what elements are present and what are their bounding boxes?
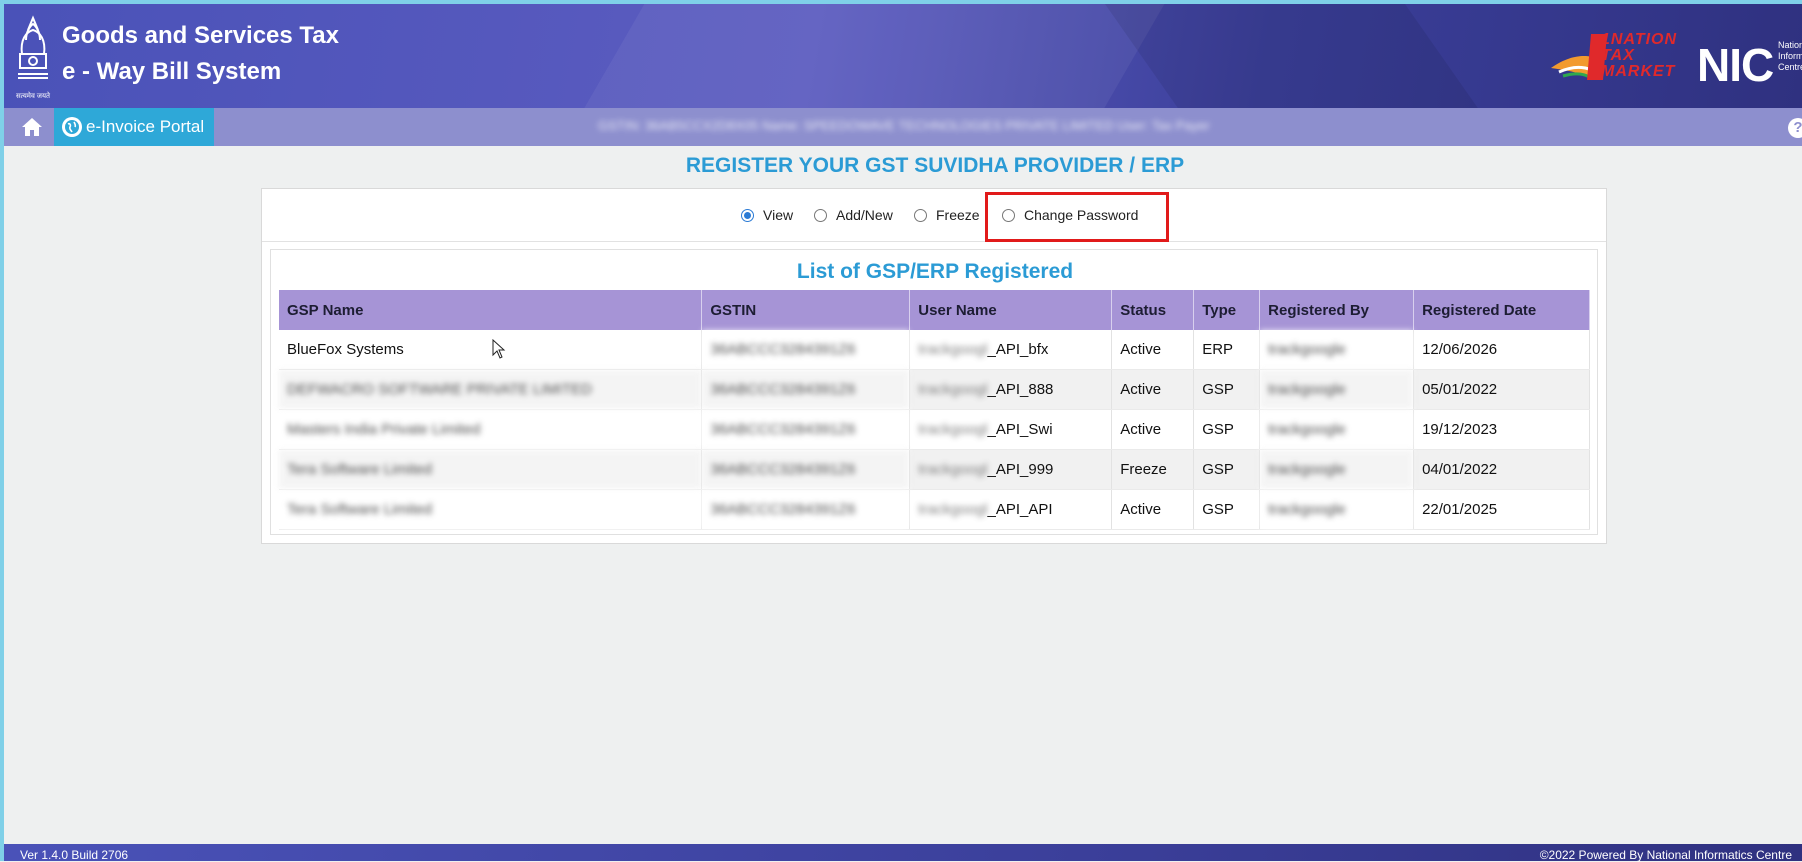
e-invoice-portal-tab[interactable]: e-Invoice Portal xyxy=(54,108,214,146)
register-panel: View Add/New Freeze Change Password List… xyxy=(261,188,1607,544)
column-header-gsp-name: GSP Name xyxy=(279,290,703,330)
radio-button-icon[interactable] xyxy=(741,208,754,222)
mouse-cursor-icon xyxy=(492,339,506,359)
column-header-registered-date: Registered Date xyxy=(1413,290,1590,330)
nic-logo-subtitle: National Informatics Centre xyxy=(1778,40,1802,72)
table-row[interactable]: Tera Software Limited 36ABCCC3284391Z6 t… xyxy=(279,489,1590,530)
cell-registered-by: trackgoogle xyxy=(1259,449,1415,490)
help-icon[interactable]: ? xyxy=(1788,118,1802,138)
cell-type: GSP xyxy=(1193,369,1261,410)
column-header-gstin: GSTIN xyxy=(701,290,911,330)
e-invoice-portal-label: e-Invoice Portal xyxy=(86,117,205,136)
cell-registered-date: 19/12/2023 xyxy=(1413,409,1590,450)
cell-status: Active xyxy=(1111,409,1195,450)
logged-in-user-info: GSTIN: 36AB5CCX2D8X05 Name: SPEEDOWAVE T… xyxy=(598,118,1210,133)
cell-gsp-name: Tera Software Limited xyxy=(279,449,703,490)
gsp-list-section: List of GSP/ERP Registered GSP Name GSTI… xyxy=(270,249,1598,535)
table-row[interactable]: BlueFox Systems 36ABCCC3284391Z6 trackgo… xyxy=(279,330,1590,370)
column-header-registered-by: Registered By xyxy=(1259,290,1415,330)
cell-user-name: trackgoogl_API_Swi xyxy=(909,409,1113,450)
cell-user-name: trackgoogl_API_API xyxy=(909,489,1113,530)
emblem-caption: सत्यमेव जयते xyxy=(16,91,51,100)
cell-status: Active xyxy=(1111,369,1195,410)
cell-type: GSP xyxy=(1193,449,1261,490)
table-row[interactable]: DEFWACRO SOFTWARE PRIVATE LIMITED 36ABCC… xyxy=(279,369,1590,410)
cell-user-name: trackgoogl_API_888 xyxy=(909,369,1113,410)
radio-add-new[interactable]: Add/New xyxy=(814,207,893,223)
cell-registered-date: 22/01/2025 xyxy=(1413,489,1590,530)
column-header-user-name: User Name xyxy=(909,290,1113,330)
cell-gstin: 36ABCCC3284391Z6 xyxy=(701,489,911,530)
mode-radio-group: View Add/New Freeze Change Password xyxy=(262,207,1608,231)
site-footer: Ver 1.4.0 Build 2706 ©2022 Powered By Na… xyxy=(4,844,1802,862)
one-nation-tax-market-logo: 1NATION TAX MARKET xyxy=(1549,28,1699,86)
gsp-table: GSP Name GSTIN User Name Status Type Reg… xyxy=(279,290,1590,530)
radio-view[interactable]: View xyxy=(741,207,793,223)
cell-gstin: 36ABCCC3284391Z6 xyxy=(701,369,911,410)
cell-gsp-name: Masters India Private Limited xyxy=(279,409,703,450)
one-nation-tax-market-text: 1NATION TAX MARKET xyxy=(1601,31,1678,80)
top-nav-bar: e-Invoice Portal GSTIN: 36AB5CCX2D8X05 N… xyxy=(4,108,1802,146)
table-header-row: GSP Name GSTIN User Name Status Type Reg… xyxy=(279,290,1590,330)
home-icon xyxy=(22,118,42,136)
copyright-text: ©2022 Powered By National Informatics Ce… xyxy=(1539,848,1792,862)
cell-type: GSP xyxy=(1193,409,1261,450)
cell-status: Active xyxy=(1111,489,1195,530)
cell-registered-by: trackgoogle xyxy=(1259,369,1415,410)
cell-gstin: 36ABCCC3284391Z6 xyxy=(701,449,911,490)
cell-gsp-name: Tera Software Limited xyxy=(279,489,703,530)
version-text: Ver 1.4.0 Build 2706 xyxy=(20,848,129,862)
cell-registered-by: trackgoogle xyxy=(1259,489,1415,530)
radio-button-icon[interactable] xyxy=(914,208,927,222)
table-row[interactable]: Tera Software Limited 36ABCCC3284391Z6 t… xyxy=(279,449,1590,490)
page-title: REGISTER YOUR GST SUVIDHA PROVIDER / ERP xyxy=(685,154,1185,177)
cell-status: Active xyxy=(1111,330,1195,370)
cell-gsp-name: DEFWACRO SOFTWARE PRIVATE LIMITED xyxy=(279,369,703,410)
cell-user-name: trackgoogl_API_999 xyxy=(909,449,1113,490)
cell-registered-date: 04/01/2022 xyxy=(1413,449,1590,490)
nic-logo: NIC xyxy=(1697,39,1774,91)
radio-freeze-label: Freeze xyxy=(936,207,980,223)
cell-type: GSP xyxy=(1193,489,1261,530)
national-emblem-icon: सत्यमेव जयते xyxy=(16,15,51,100)
cell-gstin: 36ABCCC3284391Z6 xyxy=(701,330,911,370)
radio-freeze[interactable]: Freeze xyxy=(914,207,980,223)
cell-registered-by: trackgoogle xyxy=(1259,330,1415,370)
list-title: List of GSP/ERP Registered xyxy=(796,260,1074,283)
cell-type: ERP xyxy=(1193,330,1261,370)
radio-button-icon[interactable] xyxy=(814,208,827,222)
cell-gstin: 36ABCCC3284391Z6 xyxy=(701,409,911,450)
app-title-line1: Goods and Services Tax xyxy=(62,22,339,49)
globe-icon xyxy=(62,117,82,137)
table-row[interactable]: Masters India Private Limited 36ABCCC328… xyxy=(279,409,1590,450)
cell-registered-by: trackgoogle xyxy=(1259,409,1415,450)
home-button[interactable] xyxy=(12,112,52,142)
divider xyxy=(262,241,1606,242)
cell-registered-date: 12/06/2026 xyxy=(1413,330,1590,370)
app-title-line2: e - Way Bill System xyxy=(62,58,282,85)
radio-view-label: View xyxy=(763,207,794,223)
site-header: सत्यमेव जयते Goods and Services Tax e - … xyxy=(4,4,1802,108)
cell-user-name: trackgoogl_API_bfx xyxy=(909,330,1113,370)
change-password-highlight xyxy=(985,192,1169,242)
cell-gsp-name: BlueFox Systems xyxy=(279,330,703,370)
cell-registered-date: 05/01/2022 xyxy=(1413,369,1590,410)
column-header-status: Status xyxy=(1111,290,1195,330)
cell-status: Freeze xyxy=(1111,449,1195,490)
radio-add-new-label: Add/New xyxy=(836,207,893,223)
column-header-type: Type xyxy=(1193,290,1261,330)
